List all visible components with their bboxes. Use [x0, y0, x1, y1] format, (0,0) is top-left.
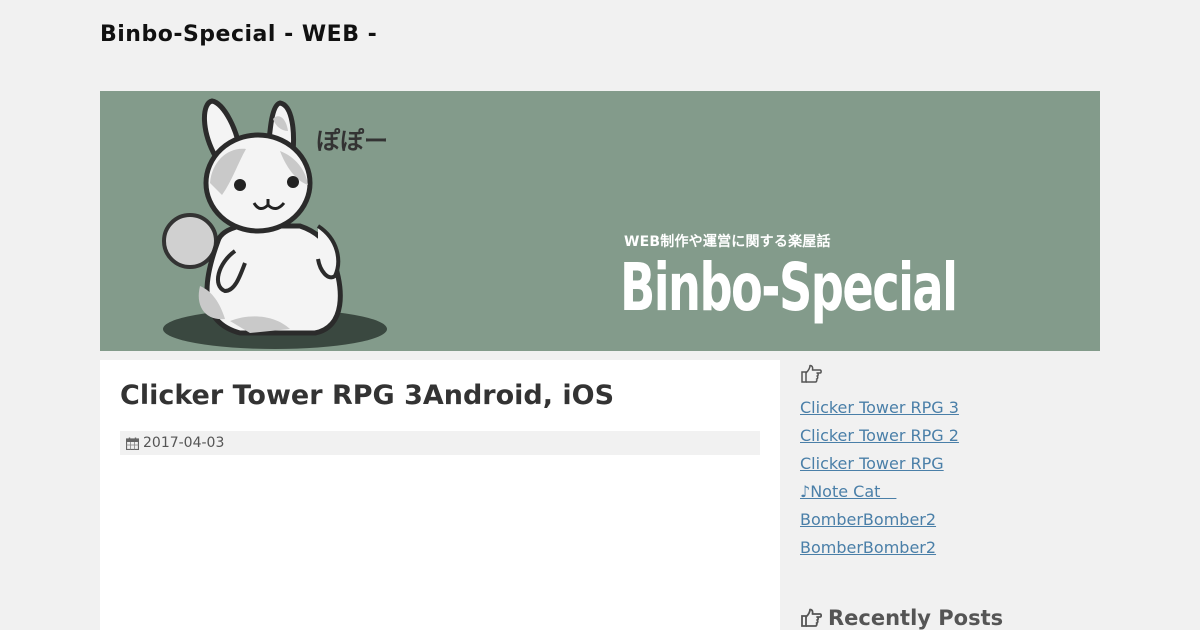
hand-pointing-icon [800, 364, 1100, 390]
sidebar: Clicker Tower RPG 3 Clicker Tower RPG 2 … [800, 364, 1100, 562]
site-title[interactable]: Binbo-Special - WEB - [100, 22, 377, 47]
post-meta: 2017-04-03 [120, 431, 760, 455]
sidebar-link[interactable]: BomberBomber2 [800, 538, 936, 557]
post-date: 2017-04-03 [143, 435, 225, 451]
sidebar-link[interactable]: Clicker Tower RPG 3 [800, 398, 959, 417]
banner-voice-text: ぽぽー [316, 127, 388, 155]
recent-posts-title: Recently Posts [828, 606, 1004, 630]
recent-posts-heading: Recently Posts [800, 606, 1003, 630]
list-item: Clicker Tower RPG 3 [800, 394, 1100, 422]
header-banner[interactable]: ぽぽー WEB制作や運営に関する楽屋話 Binbo-Special [100, 91, 1100, 351]
calendar-icon [126, 437, 139, 450]
banner-logo-text: Binbo-Special [620, 249, 958, 326]
sidebar-link[interactable]: BomberBomber2 [800, 510, 936, 529]
list-item: BomberBomber2 [800, 506, 1100, 534]
list-item: ♪Note Cat [800, 478, 1100, 506]
sidebar-link[interactable]: ♪Note Cat [800, 482, 896, 501]
post-title: Clicker Tower RPG 3Android, iOS [120, 380, 615, 411]
hand-pointing-icon [800, 608, 822, 628]
sidebar-link-list: Clicker Tower RPG 3 Clicker Tower RPG 2 … [800, 394, 1100, 562]
sidebar-link[interactable]: Clicker Tower RPG 2 [800, 426, 959, 445]
list-item: Clicker Tower RPG [800, 450, 1100, 478]
post-content-area: Clicker Tower RPG 3Android, iOS 2017-04-… [100, 360, 780, 630]
banner-tagline: WEB制作や運営に関する楽屋話 [624, 234, 831, 250]
list-item: BomberBomber2 [800, 534, 1100, 562]
list-item: Clicker Tower RPG 2 [800, 422, 1100, 450]
sidebar-link[interactable]: Clicker Tower RPG [800, 454, 944, 473]
